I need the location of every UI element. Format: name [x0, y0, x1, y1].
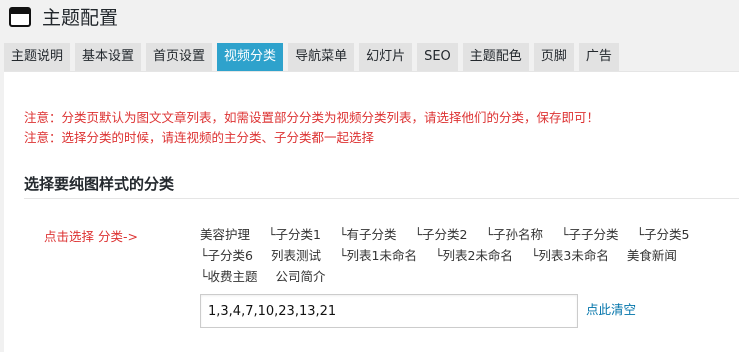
category-item[interactable]: └收费主题	[200, 266, 258, 287]
category-item[interactable]: └列表2未命名	[435, 245, 513, 266]
tab-theme-intro[interactable]: 主题说明	[4, 43, 71, 71]
category-item[interactable]: 美食新闻	[627, 245, 677, 266]
category-item[interactable]: └子子分类	[561, 224, 619, 245]
category-item[interactable]: 列表测试	[271, 245, 321, 266]
notice-box: 注意：分类页默认为图文文章列表，如需设置部分分类为视频分类列表，请选择他们的分类…	[24, 108, 599, 148]
clear-link[interactable]: 点此清空	[586, 299, 636, 318]
category-item[interactable]: └子分类5	[636, 224, 689, 245]
section-divider	[24, 198, 739, 199]
tab-seo[interactable]: SEO	[417, 43, 458, 71]
tab-ads[interactable]: 广告	[578, 43, 619, 71]
tab-slideshow[interactable]: 幻灯片	[359, 43, 413, 71]
tab-theme-colors[interactable]: 主题配色	[462, 43, 529, 71]
tab-video-categories[interactable]: 视频分类	[217, 43, 284, 71]
settings-panel: 注意：分类页默认为图文文章列表，如需设置部分分类为视频分类列表，请选择他们的分类…	[4, 71, 739, 352]
tab-bar: 主题说明 基本设置 首页设置 视频分类 导航菜单 幻灯片 SEO 主题配色 页脚…	[4, 43, 624, 71]
notice-line-1: 注意：分类页默认为图文文章列表，如需设置部分分类为视频分类列表，请选择他们的分类…	[24, 110, 600, 125]
category-item[interactable]: └有子分类	[339, 224, 397, 245]
section-title: 选择要纯图样式的分类	[24, 175, 175, 193]
tab-footer[interactable]: 页脚	[533, 43, 574, 71]
page-title: 主题配置	[42, 7, 119, 29]
category-item[interactable]: 美容护理	[200, 224, 250, 245]
category-list: 美容护理 └子分类1 └有子分类 └子分类2 └子孙名称 └子子分类 └子分类5…	[200, 224, 739, 287]
tab-basic-settings[interactable]: 基本设置	[75, 43, 142, 71]
category-item[interactable]: └列表3未命名	[531, 245, 609, 266]
category-ids-input[interactable]	[200, 294, 578, 328]
category-item[interactable]: └列表1未命名	[339, 245, 417, 266]
category-item[interactable]: 公司简介	[276, 266, 326, 287]
category-item[interactable]: └子分类2	[414, 224, 467, 245]
category-item[interactable]: └子分类6	[200, 245, 253, 266]
category-item[interactable]: └子分类1	[268, 224, 321, 245]
category-item[interactable]: └子孙名称	[485, 224, 543, 245]
page-header: 主题配置	[0, 0, 739, 40]
tab-nav-menu[interactable]: 导航菜单	[288, 43, 355, 71]
category-row-label: 点击选择 分类->	[44, 229, 138, 244]
tab-home-settings[interactable]: 首页设置	[146, 43, 213, 71]
notice-line-2: 注意：选择分类的时候，请连视频的主分类、子分类都一起选择	[24, 130, 375, 145]
window-icon	[9, 7, 31, 27]
